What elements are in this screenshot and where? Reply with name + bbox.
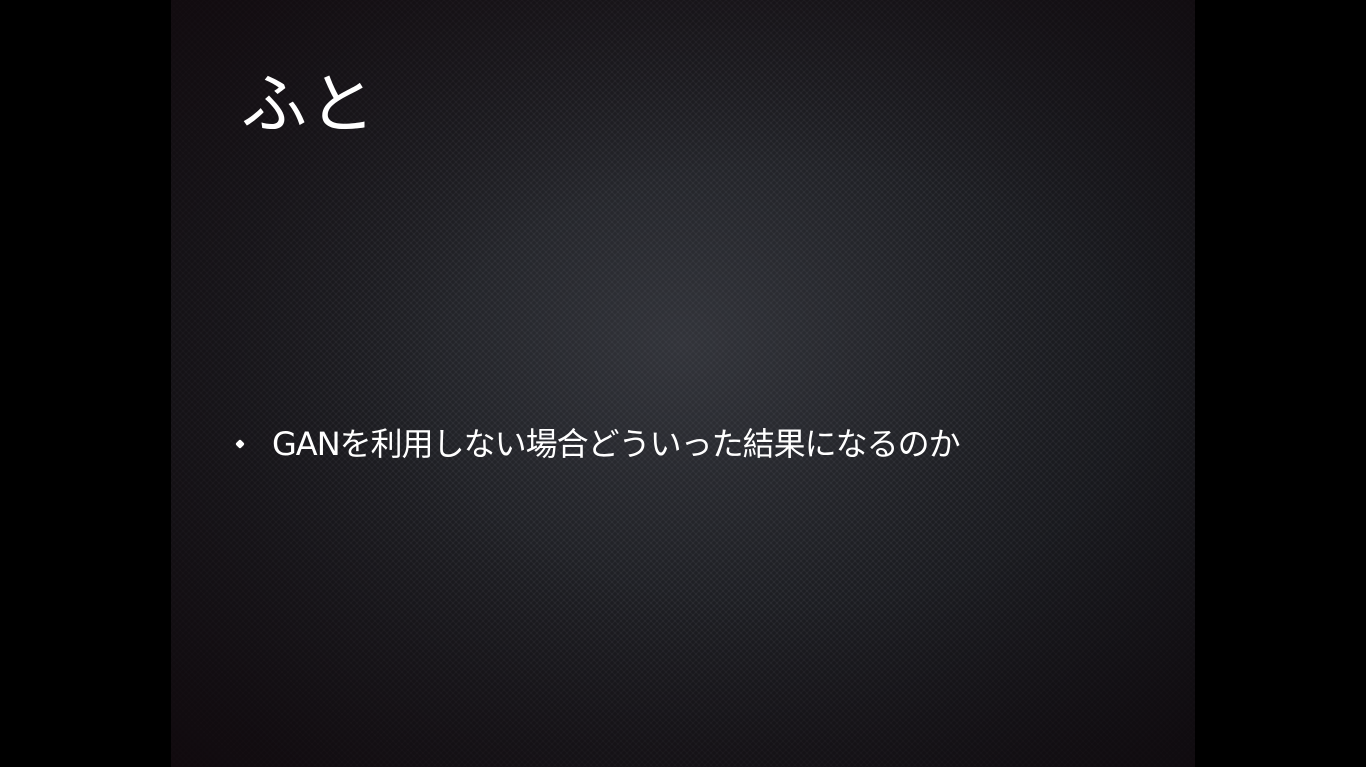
bullet-item: GANを利用しない場合どういった結果になるのか: [235, 424, 961, 464]
slide[interactable]: ふと GANを利用しない場合どういった結果になるのか: [171, 0, 1195, 767]
presentation-viewer: ふと GANを利用しない場合どういった結果になるのか: [0, 0, 1366, 767]
bullet-icon: [235, 439, 245, 449]
slide-title: ふと: [241, 66, 377, 143]
bullet-list: GANを利用しない場合どういった結果になるのか: [235, 424, 961, 464]
bullet-text: GANを利用しない場合どういった結果になるのか: [272, 425, 961, 463]
